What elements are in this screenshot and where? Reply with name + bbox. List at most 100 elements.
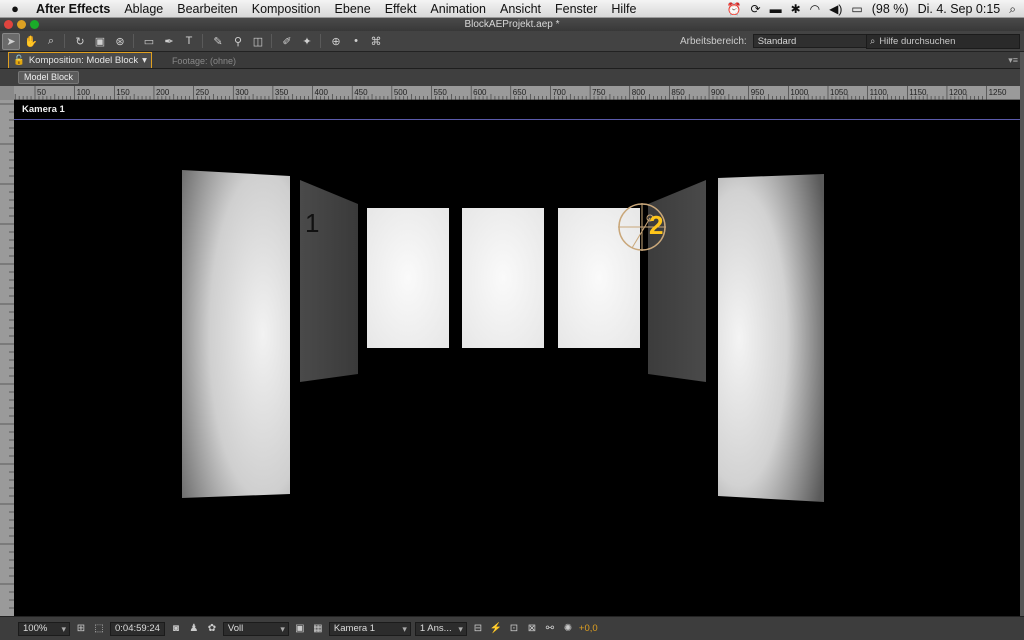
exposure-value[interactable]: +0,0 [579, 623, 598, 634]
ruler-tick-label: 950 [751, 88, 765, 97]
ruler-tick-label: 250 [196, 88, 210, 97]
view-layout-select[interactable]: 1 Ans... [414, 621, 467, 636]
menu-ebene[interactable]: Ebene [328, 2, 378, 16]
panel-far-left[interactable] [182, 170, 290, 498]
ruler-tick-label: 450 [354, 88, 368, 97]
ruler-tick-label: 750 [592, 88, 606, 97]
ruler-corner [0, 86, 14, 100]
apple-icon[interactable]: ● [0, 1, 30, 16]
composition-viewer[interactable]: Kamera 1 1 2 [14, 100, 1020, 616]
menu-hilfe[interactable]: Hilfe [604, 2, 643, 16]
ruler-tick-label: 400 [315, 88, 329, 97]
puppet-pin-tool-icon[interactable]: ✦ [298, 33, 316, 50]
window-close-button[interactable] [4, 20, 13, 29]
fast-previews-icon[interactable]: ⚡ [489, 622, 503, 636]
transparency-grid-icon[interactable]: ▦ [311, 622, 325, 636]
world-axis-icon[interactable]: • [347, 33, 365, 50]
help-search-input[interactable]: ⌕ Hilfe durchsuchen [866, 34, 1020, 49]
workspace-label: Arbeitsbereich: [680, 35, 747, 47]
ruler-tick-label: 350 [275, 88, 289, 97]
ruler-tick-label: 150 [116, 88, 130, 97]
menu-bearbeiten[interactable]: Bearbeiten [170, 2, 244, 16]
window-minimize-button[interactable] [17, 20, 26, 29]
battery-icon[interactable]: ▭ [851, 2, 862, 16]
type-tool-icon[interactable]: T [180, 33, 198, 50]
panel-center-2[interactable] [462, 208, 544, 348]
menu-komposition[interactable]: Komposition [245, 2, 328, 16]
pen-tool-icon[interactable]: ✒ [160, 33, 178, 50]
menu-bar: ● After Effects Ablage Bearbeiten Kompos… [0, 0, 1024, 18]
brush-tool-icon[interactable]: ✎ [209, 33, 227, 50]
sync-icon[interactable]: ⟳ [751, 2, 761, 16]
ruler-tick-label: 100 [77, 88, 91, 97]
toggle-pixel-aspect-icon[interactable]: ⊟ [471, 622, 485, 636]
zoom-select[interactable]: 100% [18, 621, 70, 636]
title-safe-icon[interactable]: ⊞ [74, 622, 88, 636]
zoom-tool-icon[interactable]: ⌕ [42, 33, 60, 50]
comp-flowchart-icon[interactable]: ⊠ [525, 622, 539, 636]
ruler-tick-label: 1100 [870, 88, 888, 97]
ruler-tick-label: 1050 [830, 88, 848, 97]
view-axis-icon[interactable]: ⌘ [367, 33, 385, 50]
ruler-tick-label: 1150 [909, 88, 927, 97]
wifi-icon[interactable]: ◠ [810, 2, 820, 16]
eraser-tool-icon[interactable]: ◫ [249, 33, 267, 50]
menu-app-name[interactable]: After Effects [30, 2, 117, 16]
panel-far-right[interactable] [718, 174, 824, 502]
menu-animation[interactable]: Animation [423, 2, 493, 16]
ruler-tick-label: 800 [632, 88, 646, 97]
clone-stamp-tool-icon[interactable]: ⚲ [229, 33, 247, 50]
viewer-bottom-bar: 100% ⊞ ⬚ 0:04:59:24 ◙ ♟ ✿ Voll ▣ ▦ Kamer… [0, 616, 1024, 640]
menu-ansicht[interactable]: Ansicht [493, 2, 548, 16]
lock-icon[interactable]: 🔓 [13, 55, 25, 66]
mask-visibility-icon[interactable]: ⬚ [92, 622, 106, 636]
display-icon[interactable]: ▬ [770, 2, 782, 16]
camera-view-select[interactable]: Kamera 1 [328, 621, 411, 636]
tab-composition-label: Komposition: Model Block [28, 55, 139, 66]
composition-chip[interactable]: Model Block [18, 71, 80, 84]
menu-fenster[interactable]: Fenster [548, 2, 604, 16]
reset-exposure-icon[interactable]: ✺ [561, 622, 575, 636]
pan-behind-tool-icon[interactable]: ⊛ [111, 33, 129, 50]
alarm-clock-icon[interactable]: ⏰ [727, 2, 742, 16]
spotlight-search-icon[interactable]: ⌕ [1009, 2, 1016, 16]
timeline-icon[interactable]: ⊡ [507, 622, 521, 636]
ruler-left[interactable] [0, 100, 14, 616]
ruler-top-ticks: 50 100 150 200 250 300 350 400 450 500 550 600 650 70… [14, 86, 1007, 100]
selection-tool-icon[interactable]: ➤ [2, 32, 20, 50]
flowchart-icon[interactable]: ⚯ [543, 622, 557, 636]
volume-icon[interactable]: ◀) [829, 2, 842, 16]
snapshot-camera-icon[interactable]: ◙ [169, 622, 183, 636]
tab-composition[interactable]: 🔓 Komposition: Model Block ▾ [8, 52, 152, 68]
local-axis-icon[interactable]: ⊕ [327, 33, 345, 50]
ruler-tick-label: 500 [394, 88, 408, 97]
roto-brush-tool-icon[interactable]: ✐ [278, 33, 296, 50]
window-zoom-button[interactable] [30, 20, 39, 29]
viewer-scene: 1 2 [182, 170, 824, 502]
menubar-clock[interactable]: Di. 4. Sep 0:15 [918, 2, 1001, 16]
resolution-select[interactable]: Voll [222, 621, 289, 636]
menu-effekt[interactable]: Effekt [378, 2, 424, 16]
rotate-tool-icon[interactable]: ↻ [71, 33, 89, 50]
color-channels-icon[interactable]: ✿ [205, 622, 219, 636]
workspace-select[interactable]: Standard [752, 34, 877, 48]
marker-1-label: 1 [305, 208, 319, 238]
ruler-left-ticks [0, 103, 14, 609]
camera-tool-icon[interactable]: ▣ [91, 33, 109, 50]
search-icon: ⌕ [870, 36, 876, 47]
hand-tool-icon[interactable]: ✋ [22, 33, 40, 50]
chevron-down-icon[interactable]: ▾ [142, 55, 147, 66]
rectangle-tool-icon[interactable]: ▭ [140, 33, 158, 50]
ruler-tick-label: 1000 [790, 88, 808, 97]
show-snapshot-icon[interactable]: ♟ [187, 622, 201, 636]
bluetooth-icon[interactable]: ✱ [791, 2, 801, 16]
ruler-tick-label: 900 [711, 88, 725, 97]
panel-center-3[interactable] [558, 208, 640, 348]
battery-percent: (98 %) [871, 1, 909, 16]
ruler-top[interactable]: 50 100 150 200 250 300 350 400 450 500 550 600 650 70… [14, 86, 1020, 100]
timecode-display[interactable]: 0:04:59:24 [110, 621, 165, 636]
menu-ablage[interactable]: Ablage [117, 2, 170, 16]
panel-center-1[interactable] [367, 208, 449, 348]
tab-footage[interactable]: Footage: (ohne) [152, 54, 256, 68]
region-of-interest-icon[interactable]: ▣ [293, 622, 307, 636]
